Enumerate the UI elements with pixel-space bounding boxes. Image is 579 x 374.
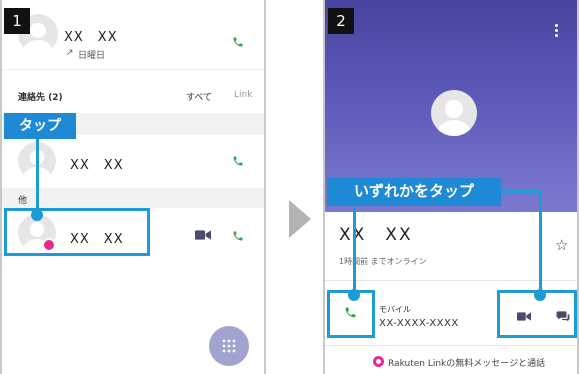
callout-leader-line: [539, 190, 542, 294]
highlight-contact-row: [4, 208, 150, 256]
phone-icon[interactable]: [232, 230, 244, 242]
instruction-figure: XX XX ↗ 日曜日 連絡先 (2) すべて Link XX XX 他 XX …: [0, 0, 579, 374]
highlight-video-chat-buttons: [497, 290, 577, 338]
next-arrow-icon: [289, 200, 311, 238]
phone-icon[interactable]: [232, 155, 244, 167]
phone-screen-step1: XX XX ↗ 日曜日 連絡先 (2) すべて Link XX XX 他 XX …: [0, 0, 266, 374]
highlight-phone-button: [327, 290, 375, 338]
callout-leader-line: [353, 206, 356, 294]
tap-callout: タップ: [4, 113, 76, 139]
recent-call-name: XX XX: [64, 30, 118, 45]
others-section-bar: [2, 188, 264, 208]
divider: [325, 345, 577, 346]
filter-all-tab[interactable]: すべて: [186, 90, 212, 103]
phone-icon[interactable]: [232, 36, 244, 48]
recent-call-row[interactable]: XX XX ↗ 日曜日: [2, 0, 264, 70]
video-icon[interactable]: [195, 229, 211, 241]
outgoing-arrow-icon: ↗: [66, 48, 74, 58]
contact-avatar: [431, 90, 477, 136]
callout-leader-line: [501, 190, 541, 193]
filter-link-tab[interactable]: Link: [234, 90, 252, 100]
recent-call-time: 日曜日: [78, 51, 106, 61]
mobile-number[interactable]: XX-XXXX-XXXX: [379, 318, 459, 329]
contact-name: XX XX: [339, 225, 413, 245]
rakuten-link-notice: Rakuten Linkの無料メッセージと通話: [388, 359, 546, 369]
select-callout: いずれかをタップ: [327, 178, 501, 206]
callout-leader-line: [36, 139, 39, 215]
contact-name[interactable]: XX XX: [70, 154, 124, 173]
star-icon[interactable]: ☆: [555, 236, 568, 254]
mobile-label: モバイル: [379, 305, 411, 314]
more-icon[interactable]: [555, 24, 558, 37]
dialpad-icon: [222, 339, 236, 353]
dialpad-button[interactable]: [209, 326, 249, 366]
step-number: 1: [4, 8, 30, 34]
others-section-title: 他: [18, 196, 28, 206]
contacts-section-title: 連絡先 (2): [18, 93, 63, 103]
step-number: 2: [328, 8, 354, 34]
rakuten-link-icon: [373, 356, 384, 367]
